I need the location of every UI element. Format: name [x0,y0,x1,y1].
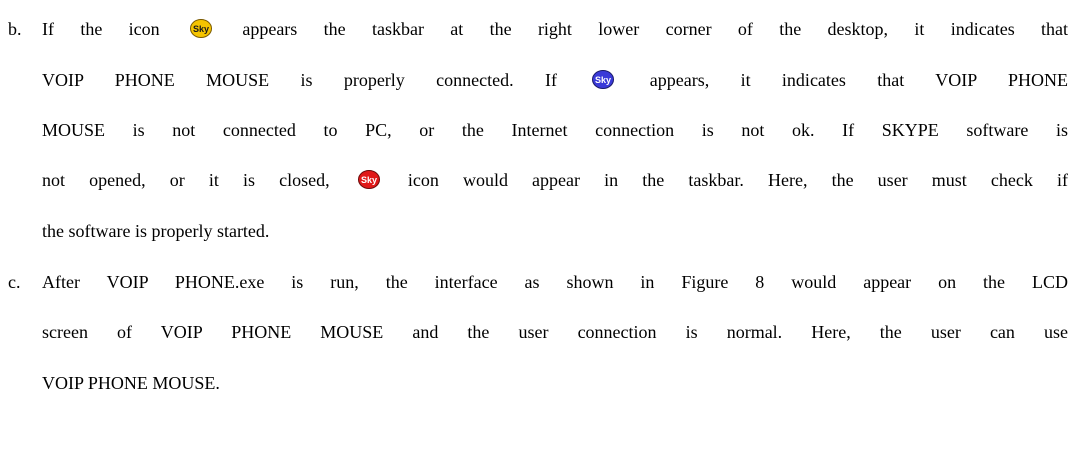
text-fragment: the software is properly started. [42,221,270,241]
document-page: b. If the icon Sky appears the taskbar a… [0,0,1080,472]
text-fragment: MOUSE is not connected to PC, or the Int… [42,120,1068,140]
paragraph-c-line-2: screen of VOIP PHONE MOUSE and the user … [42,322,1068,342]
text-fragment: If the icon [42,19,160,39]
svg-text:Sky: Sky [595,75,611,85]
svg-text:Sky: Sky [361,175,377,185]
sky-disconnected-icon: Sky [592,70,615,89]
sky-closed-icon: Sky [357,170,380,189]
paragraph-c-line-3: VOIP PHONE MOUSE. [42,373,220,393]
text-fragment: VOIP PHONE MOUSE is properly connected. … [42,70,557,90]
list-marker-c: c. [8,272,21,292]
sky-connected-icon: Sky [190,19,212,38]
text-fragment: appears the taskbar at the right lower c… [242,19,1069,39]
text-fragment: VOIP PHONE MOUSE. [42,373,220,393]
paragraph-b-line-4: not opened, or it is closed, Sky icon wo… [42,170,1068,190]
list-marker-b: b. [8,19,22,39]
paragraph-c-line-1: After VOIP PHONE.exe is run, the interfa… [42,272,1068,292]
paragraph-b-line-2: VOIP PHONE MOUSE is properly connected. … [42,70,1068,90]
text-fragment: appears, it indicates that VOIP PHONE [649,70,1069,90]
text-fragment: not opened, or it is closed, [42,170,330,190]
paragraph-b-line-1: If the icon Sky appears the taskbar at t… [42,19,1068,39]
text-fragment: After VOIP PHONE.exe is run, the interfa… [42,272,1068,292]
paragraph-b-line-5: the software is properly started. [42,221,269,241]
text-fragment: screen of VOIP PHONE MOUSE and the user … [42,322,1068,342]
svg-text:Sky: Sky [193,24,209,34]
text-fragment: icon would appear in the taskbar. Here, … [407,170,1069,190]
paragraph-b-line-3: MOUSE is not connected to PC, or the Int… [42,120,1068,140]
